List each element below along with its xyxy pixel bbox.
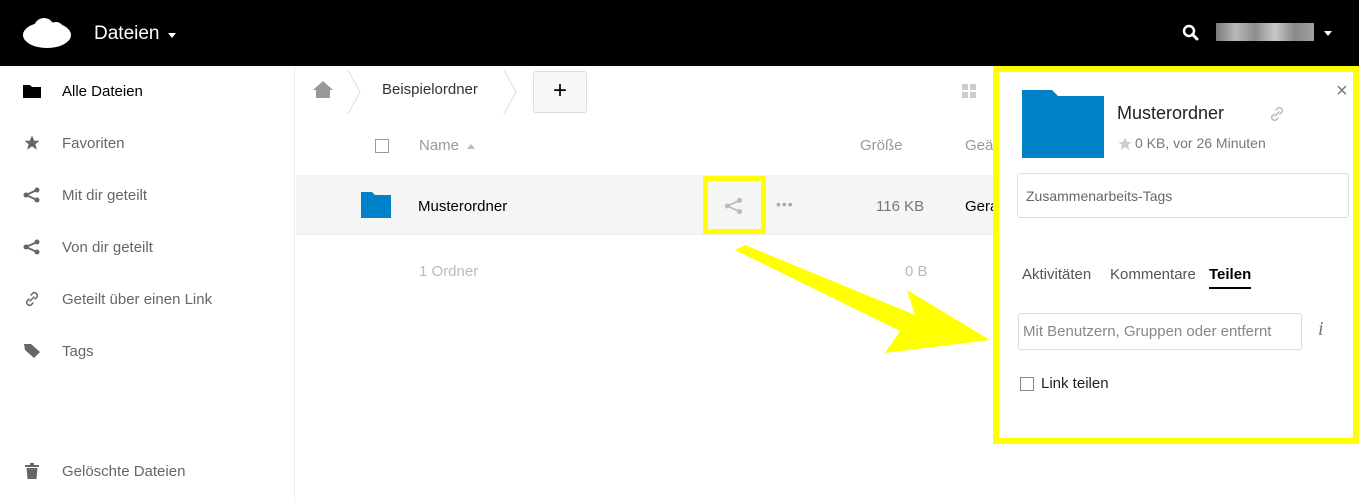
sidebar: Alle Dateien Favoriten Mit dir geteilt V… [0,66,295,502]
select-all-checkbox[interactable] [375,139,389,153]
column-header-size[interactable]: Größe [860,137,903,154]
info-icon[interactable]: i [1318,318,1324,341]
search-icon[interactable] [1180,22,1202,44]
sidebar-item-label: Favoriten [62,134,125,152]
chevron-down-icon [1324,31,1332,36]
trash-icon [22,461,42,481]
share-link-checkbox[interactable] [1020,377,1034,391]
sidebar-item-favorites[interactable]: Favoriten [22,128,125,158]
sidebar-item-label: Alle Dateien [62,82,143,100]
app-menu[interactable]: Dateien [94,23,176,45]
close-icon[interactable]: × [1336,81,1348,101]
folder-icon [361,192,391,218]
app-menu-label: Dateien [94,23,160,44]
sidebar-item-shared-by-link[interactable]: Geteilt über einen Link [22,284,212,314]
breadcrumb-folder[interactable]: Beispielordner [382,81,478,98]
sidebar-item-shared-with-you[interactable]: Mit dir geteilt [22,180,147,210]
breadcrumb-separator [503,70,517,114]
share-link-label[interactable]: Link teilen [1041,375,1109,392]
sidebar-item-all-files[interactable]: Alle Dateien [22,76,143,106]
callout-arrow [735,245,990,353]
grid-view-icon[interactable] [961,83,977,99]
top-bar: Dateien [0,0,1359,66]
link-icon [22,289,42,309]
share-with-input[interactable] [1018,313,1302,350]
home-icon[interactable] [311,78,335,102]
column-header-name[interactable]: Name [419,137,476,154]
details-meta: 0 KB, vor 26 Minuten [1135,135,1266,151]
sidebar-item-label: Tags [62,342,94,360]
tag-icon [22,341,42,361]
star-icon[interactable] [1117,136,1133,152]
folder-icon [22,81,42,101]
sidebar-item-label: Geteilt über einen Link [62,290,213,308]
share-icon [22,237,42,257]
column-header-modified[interactable]: Geä [965,137,993,154]
file-size: 116 KB [876,198,925,215]
share-highlight-box [703,176,766,234]
details-title: Musterordner [1117,103,1225,123]
sidebar-item-label: Gelöschte Dateien [62,462,186,480]
breadcrumb-separator [347,70,361,114]
star-icon [22,133,42,153]
new-button[interactable]: + [533,71,587,113]
sidebar-item-deleted-files[interactable]: Gelöschte Dateien [22,456,185,486]
sidebar-item-label: Mit dir geteilt [62,186,148,204]
summary-count: 1 Ordner [419,263,479,280]
column-header-name-label: Name [419,137,460,154]
folder-icon [1022,90,1104,158]
file-name[interactable]: Musterordner [418,198,507,215]
tab-comments[interactable]: Kommentare [1110,266,1196,283]
tab-sharing[interactable]: Teilen [1209,266,1252,289]
more-actions-icon[interactable]: ••• [776,196,794,212]
avatar [1216,23,1314,41]
chevron-down-icon [167,33,176,38]
cloud-logo-icon[interactable] [22,17,72,49]
sidebar-item-shared-by-you[interactable]: Von dir geteilt [22,232,153,262]
user-menu[interactable] [1216,23,1332,41]
collaborative-tags-input[interactable] [1017,173,1349,218]
sidebar-item-tags[interactable]: Tags [22,336,94,366]
sort-ascending-icon [467,143,476,149]
sidebar-item-label: Von dir geteilt [62,238,153,256]
link-icon[interactable] [1268,105,1286,123]
tab-activities[interactable]: Aktivitäten [1022,266,1091,283]
share-icon [22,185,42,205]
